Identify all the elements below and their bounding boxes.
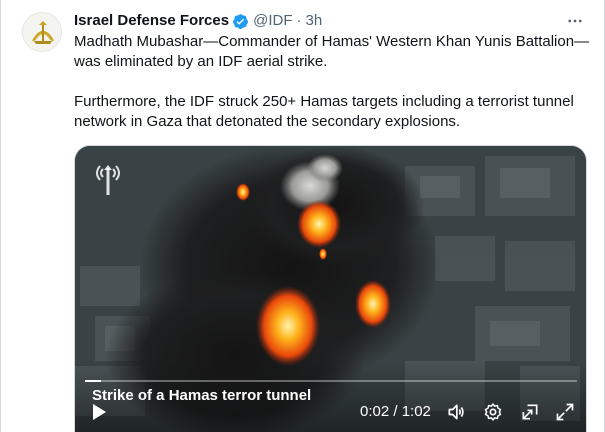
post-paragraph: Furthermore, the IDF struck 250+ Hamas t… xyxy=(74,93,574,130)
more-icon[interactable] xyxy=(564,10,586,32)
pop-out-icon[interactable] xyxy=(520,402,540,422)
progress-fill xyxy=(85,380,101,382)
settings-icon[interactable] xyxy=(483,402,503,422)
progress-bar[interactable] xyxy=(85,380,577,382)
tweet-container[interactable]: Israel Defense Forces @IDF · 3h Madhath … xyxy=(0,0,605,432)
fullscreen-icon[interactable] xyxy=(555,402,575,422)
post-time[interactable]: 3h xyxy=(305,11,322,31)
post-text: Madhath Mubashar—Commander of Hamas' Wes… xyxy=(74,32,594,132)
avatar[interactable] xyxy=(22,12,62,52)
play-icon[interactable] xyxy=(89,402,109,422)
post-paragraph: Madhath Mubashar—Commander of Hamas' Wes… xyxy=(74,33,590,70)
idf-spokesperson-icon xyxy=(91,160,125,198)
idf-emblem-icon xyxy=(23,13,61,51)
video-title: Strike of a Hamas terror tunnel xyxy=(92,387,312,404)
volume-icon[interactable] xyxy=(446,402,466,422)
post-header: Israel Defense Forces @IDF · 3h xyxy=(74,11,322,31)
author-handle[interactable]: @IDF xyxy=(253,11,292,31)
video-player[interactable]: Strike of a Hamas terror tunnel 0:02 / 1… xyxy=(74,145,587,432)
separator-dot: · xyxy=(296,12,302,29)
author-name[interactable]: Israel Defense Forces xyxy=(74,11,229,31)
verified-badge-icon[interactable] xyxy=(232,13,249,30)
time-display: 0:02 / 1:02 xyxy=(360,403,431,420)
